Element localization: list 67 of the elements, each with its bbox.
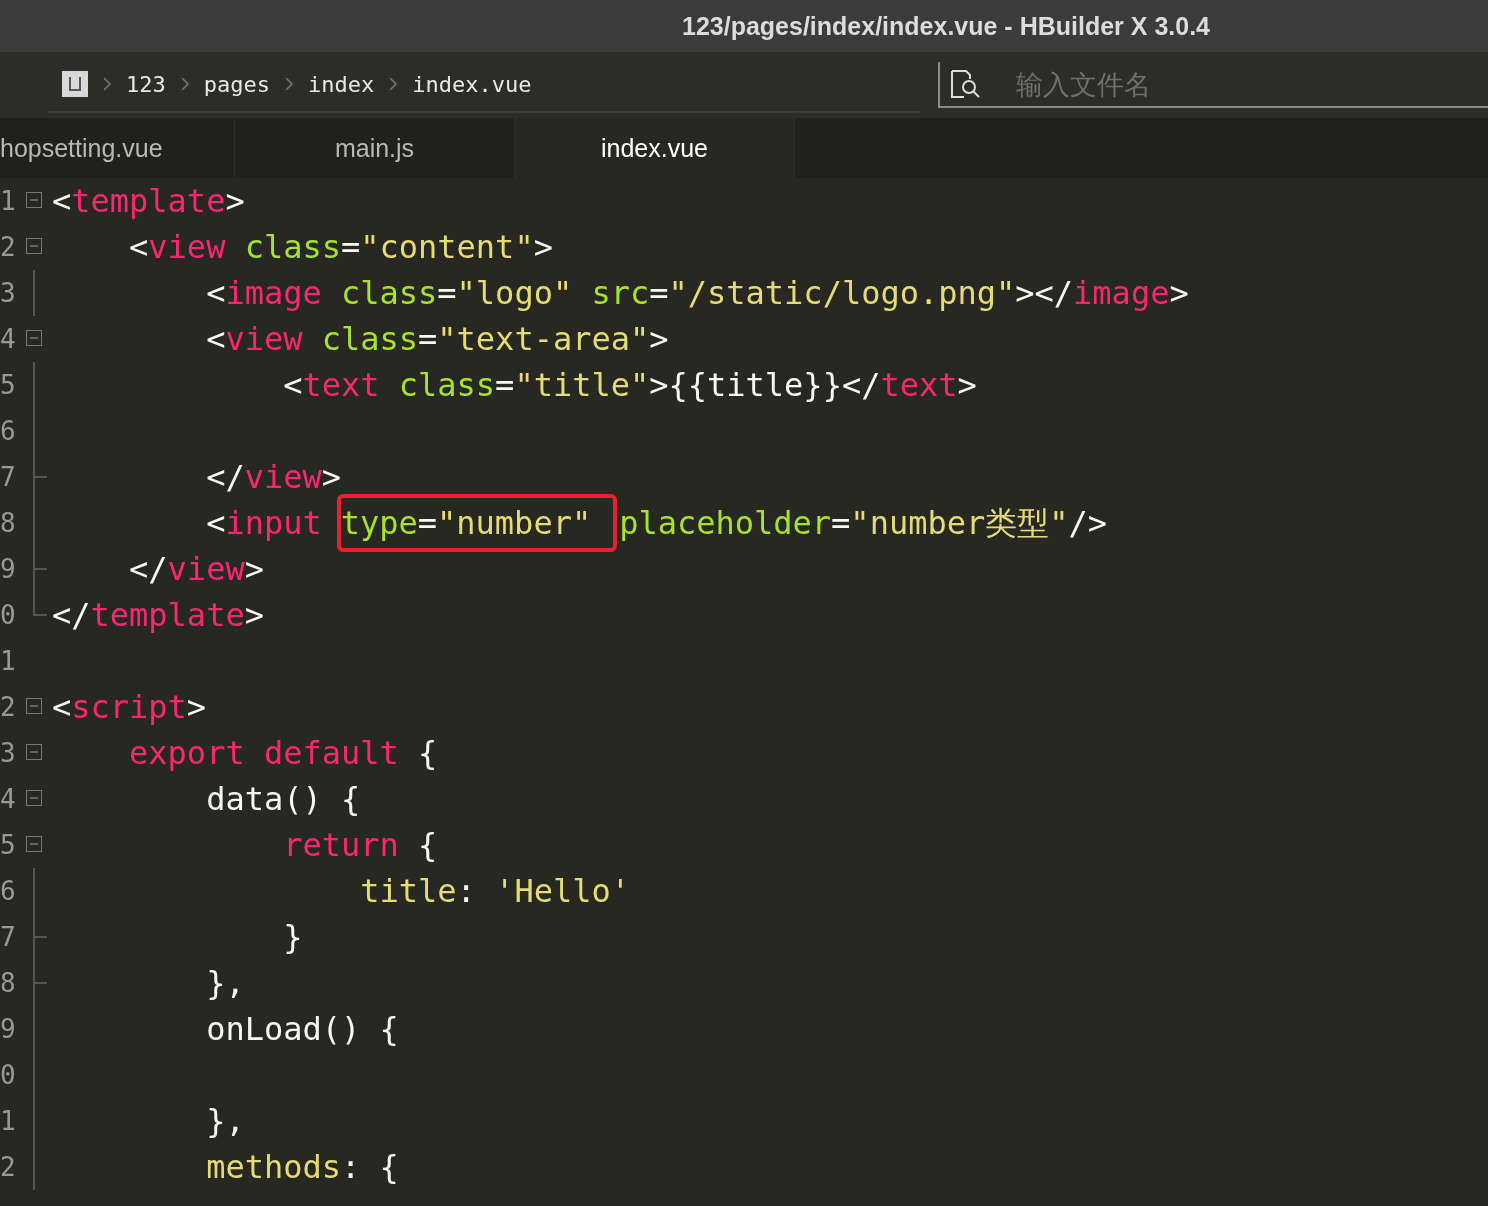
line-number: 2 <box>0 232 17 262</box>
line-number: 4 <box>0 784 17 814</box>
code-line: onLoad() { <box>205 1009 399 1050</box>
code-line: }, <box>205 1101 245 1142</box>
breadcrumb-item[interactable]: index <box>308 71 375 97</box>
line-number: 0 <box>0 1060 17 1090</box>
code-line: data() { <box>205 779 361 820</box>
code-line: <script> <box>52 687 207 728</box>
code-line: <view class="text-area"> <box>205 319 669 360</box>
line-number: 6 <box>0 416 17 446</box>
chevron-icon <box>179 76 190 92</box>
line-number: 6 <box>0 876 17 906</box>
breadcrumb-item[interactable]: index.vue <box>412 71 532 97</box>
collapse-icon[interactable] <box>26 238 42 254</box>
fold-end-marker <box>33 960 47 1006</box>
chevron-icon <box>102 76 112 92</box>
code-line: } <box>282 917 303 958</box>
fold-guide-line <box>33 270 35 316</box>
code-line: <text class="title">{{title}}</text> <box>282 365 977 406</box>
breadcrumb-item[interactable]: pages <box>203 71 270 97</box>
window-title: 123/pages/index/index.vue - HBuilder X 3.0.4 <box>682 11 1210 41</box>
code-line: </view> <box>128 549 264 590</box>
code-line: <view class="content"> <box>128 227 553 268</box>
chevron-icon <box>388 76 399 92</box>
collapse-icon[interactable] <box>26 698 42 714</box>
project-icon <box>62 71 88 97</box>
code-line: </template> <box>52 595 264 636</box>
search-icon <box>950 69 982 99</box>
fold-guide-line <box>33 868 35 914</box>
fold-guide-line <box>33 500 35 546</box>
line-number: 2 <box>0 692 17 722</box>
collapse-icon[interactable] <box>26 836 42 852</box>
code-line: methods: { <box>205 1147 399 1188</box>
line-number: 2 <box>0 1152 17 1182</box>
code-line: title: 'Hello' <box>359 871 630 912</box>
line-number: 9 <box>0 1014 17 1044</box>
code-line: }, <box>205 963 245 1004</box>
fold-end-marker <box>33 454 47 500</box>
chevron-icon <box>284 76 294 92</box>
code-line: <image class="logo" src="/static/logo.png"></image> <box>205 273 1189 314</box>
collapse-icon[interactable] <box>26 790 42 806</box>
line-number: 1 <box>0 186 17 216</box>
highlight-box: type="number" <box>336 494 618 552</box>
file-tab[interactable]: index.vue <box>515 118 795 178</box>
search-field[interactable]: 输入文件名 <box>1014 67 1418 101</box>
line-number: 7 <box>0 922 17 952</box>
line-number: 8 <box>0 508 17 538</box>
line-number: 0 <box>0 600 17 630</box>
line-number: 1 <box>0 646 17 676</box>
line-number: 3 <box>0 738 17 768</box>
line-number: 3 <box>0 278 17 308</box>
code-line: return { <box>282 825 438 866</box>
file-tab[interactable]: hopsetting.vue <box>0 118 235 178</box>
line-number: 7 <box>0 462 17 492</box>
line-number: 4 <box>0 324 17 354</box>
line-number: 8 <box>0 968 17 998</box>
line-number: 5 <box>0 370 17 400</box>
line-number: 5 <box>0 830 17 860</box>
breadcrumb-item[interactable]: 123 <box>126 71 166 97</box>
fold-end-marker <box>33 914 47 960</box>
line-number: 9 <box>0 554 17 584</box>
line-number: 1 <box>0 1106 17 1136</box>
collapse-icon[interactable] <box>26 744 42 760</box>
code-line: <template> <box>52 181 245 222</box>
collapse-icon[interactable] <box>26 330 42 346</box>
code-line: export default { <box>128 733 438 774</box>
collapse-icon[interactable] <box>26 192 42 208</box>
